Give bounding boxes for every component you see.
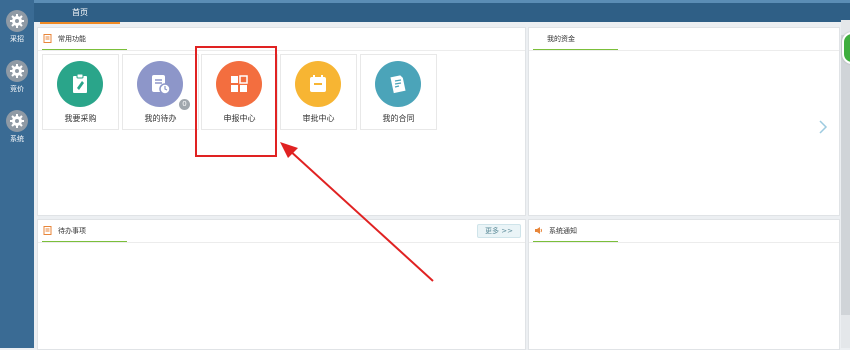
system-notices-panel: 系统通知 <box>528 219 840 350</box>
func-card-todo[interactable]: 0 我的待办 <box>122 54 199 130</box>
chevron-right-icon[interactable] <box>817 119 829 135</box>
panel-header: 系统通知 <box>529 220 839 243</box>
document-icon <box>43 34 52 43</box>
panel-title: 系统通知 <box>549 227 577 235</box>
sidebar-item-bidding[interactable]: 竞价 <box>0 60 34 94</box>
panel-header: 我的资金 <box>529 28 839 51</box>
func-card-approval-center[interactable]: 审批中心 <box>280 54 357 130</box>
func-label: 我要采购 <box>64 114 97 123</box>
sidebar-item-system[interactable]: 系统 <box>0 110 34 144</box>
scrollbar-thumb[interactable] <box>841 35 850 315</box>
clipboard-pen-icon <box>57 61 103 107</box>
my-funds-panel: 我的资金 <box>528 27 840 216</box>
func-card-contract[interactable]: 我的合同 <box>360 54 437 130</box>
gear-icon <box>6 10 28 32</box>
annotation-arrow <box>280 142 434 282</box>
gear-icon <box>6 110 28 132</box>
func-label: 我的合同 <box>382 114 415 123</box>
panel-underline <box>533 49 618 50</box>
todo-clock-icon <box>137 61 183 107</box>
more-button[interactable]: 更多 >> <box>477 224 521 238</box>
panel-underline <box>42 49 127 50</box>
panel-title: 常用功能 <box>58 35 86 43</box>
panel-underline <box>533 241 618 242</box>
sidebar-item-label: 采招 <box>10 35 24 43</box>
speaker-icon <box>535 227 542 234</box>
todo-count-badge: 0 <box>179 99 190 110</box>
top-strip <box>34 0 850 3</box>
panel-title: 待办事项 <box>58 227 86 235</box>
func-label: 审批中心 <box>302 114 335 123</box>
sidebar-item-label: 竞价 <box>10 85 24 93</box>
func-label: 我的待办 <box>144 114 177 123</box>
calendar-icon <box>295 61 341 107</box>
panel-title: 我的资金 <box>547 35 575 43</box>
document-icon <box>43 226 52 235</box>
sidebar-item-procurement[interactable]: 采招 <box>0 10 34 44</box>
contract-icon <box>375 61 421 107</box>
panel-underline <box>42 241 127 242</box>
top-bar <box>34 0 850 22</box>
panel-header: 常用功能 <box>38 28 525 51</box>
sidebar: 采招 竞价 系统 <box>0 0 34 348</box>
func-card-purchase[interactable]: 我要采购 <box>42 54 119 130</box>
tab-home[interactable]: 首页 <box>40 6 120 24</box>
highlight-box <box>195 46 277 157</box>
sidebar-item-label: 系统 <box>10 135 24 143</box>
gear-icon <box>6 60 28 82</box>
floating-service-button[interactable] <box>842 32 850 64</box>
